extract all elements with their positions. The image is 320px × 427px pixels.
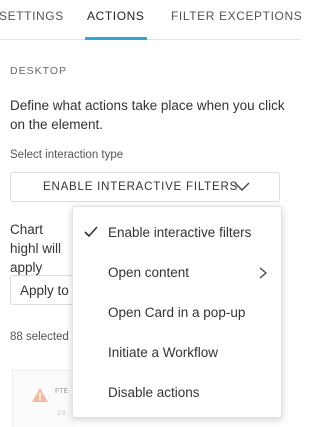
active-tab-indicator <box>85 37 147 40</box>
menu-item-label: Initiate a Workflow <box>108 345 219 360</box>
card-subtitle: 2.0 <box>57 411 66 417</box>
menu-item-open-content[interactable]: Open content <box>73 253 281 293</box>
menu-item-label: Disable actions <box>108 385 200 400</box>
interaction-type-label: Select interaction type <box>10 149 124 161</box>
apply-to-button[interactable]: Apply to <box>10 275 76 305</box>
interaction-type-dropdown: Enable interactive filters Open content … <box>72 206 282 418</box>
tab-bar: SETTINGS ACTIONS FILTER EXCEPTIONS <box>0 0 302 40</box>
chevron-right-icon <box>259 267 267 279</box>
menu-item-label: Open content <box>108 265 190 280</box>
tab-filter-exceptions[interactable]: FILTER EXCEPTIONS <box>171 0 302 40</box>
warning-icon <box>32 388 48 402</box>
card-title: FTE <box>55 388 69 395</box>
menu-item-enable-interactive-filters[interactable]: Enable interactive filters <box>73 213 281 253</box>
tab-settings[interactable]: SETTINGS <box>0 0 64 40</box>
apply-to-label: Apply to <box>20 283 69 298</box>
checkmark-icon <box>84 226 98 237</box>
menu-item-initiate-workflow[interactable]: Initiate a Workflow <box>73 333 281 373</box>
actions-description: Define what actions take place when you … <box>10 98 285 132</box>
interaction-type-value: ENABLE INTERACTIVE FILTERS <box>43 181 239 193</box>
chevron-down-icon <box>234 182 250 191</box>
menu-item-disable-actions[interactable]: Disable actions <box>73 373 281 413</box>
menu-item-label: Enable interactive filters <box>108 225 252 240</box>
menu-item-label: Open Card in a pop-up <box>108 305 246 320</box>
interaction-type-select[interactable]: ENABLE INTERACTIVE FILTERS <box>10 172 280 202</box>
menu-item-open-card-popup[interactable]: Open Card in a pop-up <box>73 293 281 333</box>
chart-highlight-text: Chart highl will apply <box>10 222 62 275</box>
section-label: DESKTOP <box>10 65 67 77</box>
selected-count: 88 selected <box>10 331 69 343</box>
tab-actions[interactable]: ACTIONS <box>87 0 145 40</box>
card-preview[interactable]: FTE 2.0 <box>12 370 74 427</box>
